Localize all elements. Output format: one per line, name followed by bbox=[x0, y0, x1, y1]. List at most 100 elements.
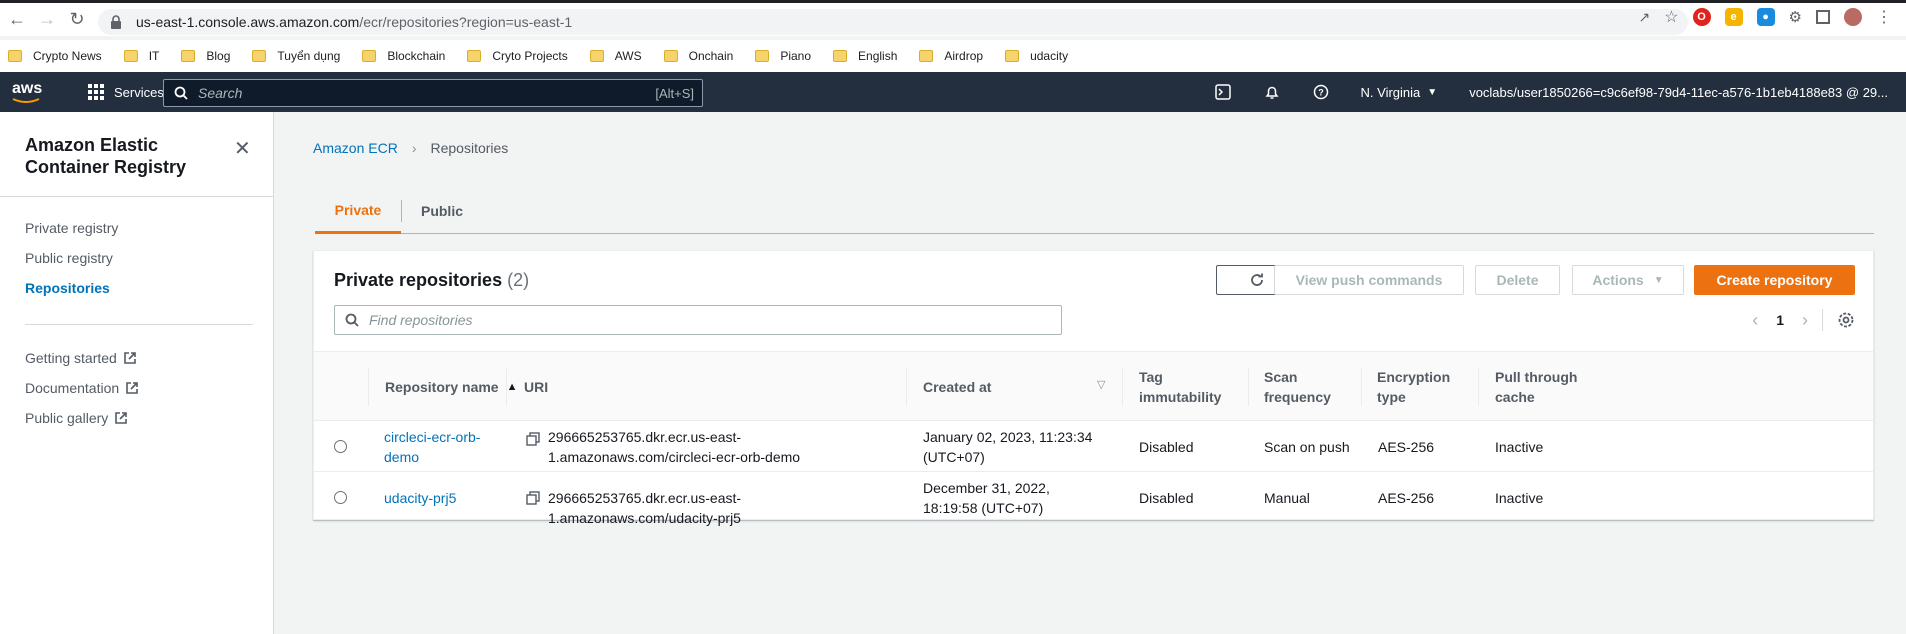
sidebar-item-label: Getting started bbox=[25, 350, 117, 366]
create-repository-button[interactable]: Create repository bbox=[1694, 265, 1855, 295]
copy-icon[interactable] bbox=[526, 491, 540, 505]
column-header-uri[interactable]: URI bbox=[524, 377, 548, 397]
external-link-icon bbox=[115, 412, 128, 424]
chevron-right-icon: › bbox=[411, 140, 417, 156]
scan-frequency: Manual bbox=[1264, 490, 1310, 506]
address-bar[interactable]: us-east-1.console.aws.amazon.com/ecr/rep… bbox=[98, 9, 1688, 35]
bookmark-item[interactable]: Blockchain bbox=[362, 49, 445, 63]
column-header-scan-frequency[interactable]: Scan frequency bbox=[1264, 367, 1344, 407]
forward-icon[interactable]: → bbox=[34, 7, 60, 33]
bookmark-item[interactable]: IT bbox=[123, 49, 159, 63]
find-repositories-input[interactable]: Find repositories bbox=[334, 305, 1062, 335]
url-text: us-east-1.console.aws.amazon.com/ecr/rep… bbox=[136, 14, 572, 30]
bookmark-label: Blockchain bbox=[387, 49, 446, 63]
column-divider bbox=[1478, 368, 1479, 406]
share-icon[interactable]: ↗ bbox=[1638, 9, 1650, 26]
bookmark-item[interactable]: Airdrop bbox=[919, 49, 983, 63]
bookmark-label: Airdrop bbox=[944, 49, 984, 63]
current-page[interactable]: 1 bbox=[1776, 312, 1784, 328]
chevron-left-icon[interactable]: ‹ bbox=[1752, 310, 1758, 331]
folder-icon bbox=[8, 50, 22, 62]
copy-icon[interactable] bbox=[526, 432, 540, 446]
nav-right-controls: ? N. Virginia ▼ voclabs/user1850266=c9c6… bbox=[1214, 72, 1888, 112]
sidebar-item-private-registry[interactable]: Private registry bbox=[25, 220, 118, 236]
bookmark-item[interactable]: udacity bbox=[1005, 49, 1068, 63]
external-link-icon bbox=[126, 382, 138, 394]
actions-dropdown[interactable]: Actions ▼ bbox=[1572, 265, 1684, 295]
column-header-repository-name[interactable]: Repository name ▲ bbox=[385, 377, 517, 397]
sidebar-item-getting-started[interactable]: Getting started bbox=[25, 350, 137, 366]
table-header: Repository name ▲ URI Created at ▽ Tag i… bbox=[314, 351, 1873, 421]
column-header-tag-immutability[interactable]: Tag immutability bbox=[1139, 367, 1239, 407]
help-icon[interactable]: ? bbox=[1312, 83, 1330, 101]
bookmark-item[interactable]: Onchain bbox=[663, 49, 734, 63]
sort-icon[interactable]: ▽ bbox=[1097, 378, 1105, 391]
column-header-pull-through-cache[interactable]: Pull through cache bbox=[1495, 367, 1595, 407]
search-icon bbox=[174, 86, 188, 100]
delete-button[interactable]: Delete bbox=[1475, 265, 1560, 295]
opera-extension-icon[interactable]: O bbox=[1692, 8, 1711, 26]
bookmark-item[interactable]: Blog bbox=[181, 49, 230, 63]
bookmark-item[interactable]: Tuyển dụng bbox=[252, 49, 340, 63]
sidepanel-icon[interactable] bbox=[1816, 10, 1830, 24]
bookmark-label: Onchain bbox=[688, 49, 734, 63]
drop-extension-icon[interactable]: ● bbox=[1756, 8, 1775, 26]
settings-gear-icon[interactable] bbox=[1837, 311, 1855, 329]
sidebar-item-public-registry[interactable]: Public registry bbox=[25, 250, 113, 266]
sidebar-title: Amazon Elastic Container Registry bbox=[25, 135, 187, 177]
tab-private[interactable]: Private bbox=[315, 188, 401, 234]
sidebar-item-public-gallery[interactable]: Public gallery bbox=[25, 410, 128, 426]
column-header-encryption-type[interactable]: Encryption type bbox=[1377, 367, 1467, 407]
row-select-radio[interactable] bbox=[334, 491, 347, 504]
profile-avatar[interactable] bbox=[1844, 8, 1862, 26]
column-header-created-at[interactable]: Created at bbox=[923, 377, 991, 397]
services-menu[interactable]: Services bbox=[88, 84, 164, 100]
menu-icon[interactable]: ⋮ bbox=[1876, 7, 1892, 27]
sidebar-item-documentation[interactable]: Documentation bbox=[25, 380, 139, 396]
browser-toolbar: ← → ↻ us-east-1.console.aws.amazon.com/e… bbox=[0, 0, 1906, 36]
column-divider bbox=[1361, 368, 1362, 406]
region-selector[interactable]: N. Virginia ▼ bbox=[1361, 85, 1438, 100]
bookmarks-bar: Crypto News IT Blog Tuyển dụng Blockchai… bbox=[0, 40, 1906, 72]
folder-icon bbox=[181, 50, 196, 62]
side-navigation: Amazon Elastic Container Registry ✕ Priv… bbox=[0, 112, 274, 634]
bookmark-label: Blog bbox=[206, 49, 231, 63]
reload-icon[interactable]: ↻ bbox=[64, 7, 90, 33]
aws-logo[interactable]: aws bbox=[12, 80, 44, 104]
e-extension-icon[interactable]: e bbox=[1724, 8, 1743, 26]
search-placeholder: Search bbox=[198, 85, 243, 101]
search-shortcut: [Alt+S] bbox=[655, 85, 694, 101]
svg-text:?: ? bbox=[1318, 88, 1324, 98]
row-select-radio[interactable] bbox=[334, 440, 347, 453]
close-icon[interactable]: ✕ bbox=[234, 136, 251, 161]
sidebar-item-label: Private registry bbox=[25, 220, 119, 236]
column-divider bbox=[1122, 368, 1123, 406]
puzzle-icon[interactable]: ⚙ bbox=[1789, 8, 1802, 26]
bookmark-label: Tuyển dụng bbox=[277, 49, 341, 63]
bell-icon[interactable] bbox=[1263, 83, 1281, 101]
repository-name-link[interactable]: circleci-ecr-orb-demo bbox=[384, 429, 480, 465]
back-icon[interactable]: ← bbox=[4, 7, 30, 33]
star-icon[interactable]: ☆ bbox=[1664, 7, 1678, 27]
chevron-right-icon[interactable]: › bbox=[1802, 310, 1808, 331]
breadcrumb-root-link[interactable]: Amazon ECR bbox=[313, 140, 398, 156]
bookmark-item[interactable]: Piano bbox=[755, 49, 811, 63]
tab-public[interactable]: Public bbox=[402, 188, 482, 234]
account-menu[interactable]: voclabs/user1850266=c9c6ef98-79d4-11ec-a… bbox=[1469, 85, 1888, 100]
bookmark-label: AWS bbox=[614, 49, 642, 63]
cloudshell-icon[interactable] bbox=[1214, 83, 1232, 101]
table-row: udacity-prj5 296665253765.dkr.ecr.us-eas… bbox=[314, 473, 1873, 526]
repository-count: (2) bbox=[507, 270, 530, 290]
console-search-input[interactable]: Search [Alt+S] bbox=[163, 79, 703, 107]
created-at: December 31, 2022, 18:19:58 (UTC+07) bbox=[923, 480, 1050, 516]
pagination: ‹ 1 › bbox=[1752, 309, 1855, 331]
bookmark-item[interactable]: Cryto Projects bbox=[467, 49, 568, 63]
repository-name-link[interactable]: udacity-prj5 bbox=[384, 490, 456, 506]
bookmark-item[interactable]: English bbox=[833, 49, 897, 63]
services-label: Services bbox=[114, 84, 164, 100]
sidebar-item-repositories[interactable]: Repositories bbox=[25, 280, 110, 296]
bookmark-item[interactable]: Crypto News bbox=[8, 49, 102, 63]
repositories-panel: Private repositories (2) View push comma… bbox=[313, 250, 1874, 526]
bookmark-item[interactable]: AWS bbox=[589, 49, 642, 63]
view-push-commands-button[interactable]: View push commands bbox=[1274, 265, 1464, 295]
